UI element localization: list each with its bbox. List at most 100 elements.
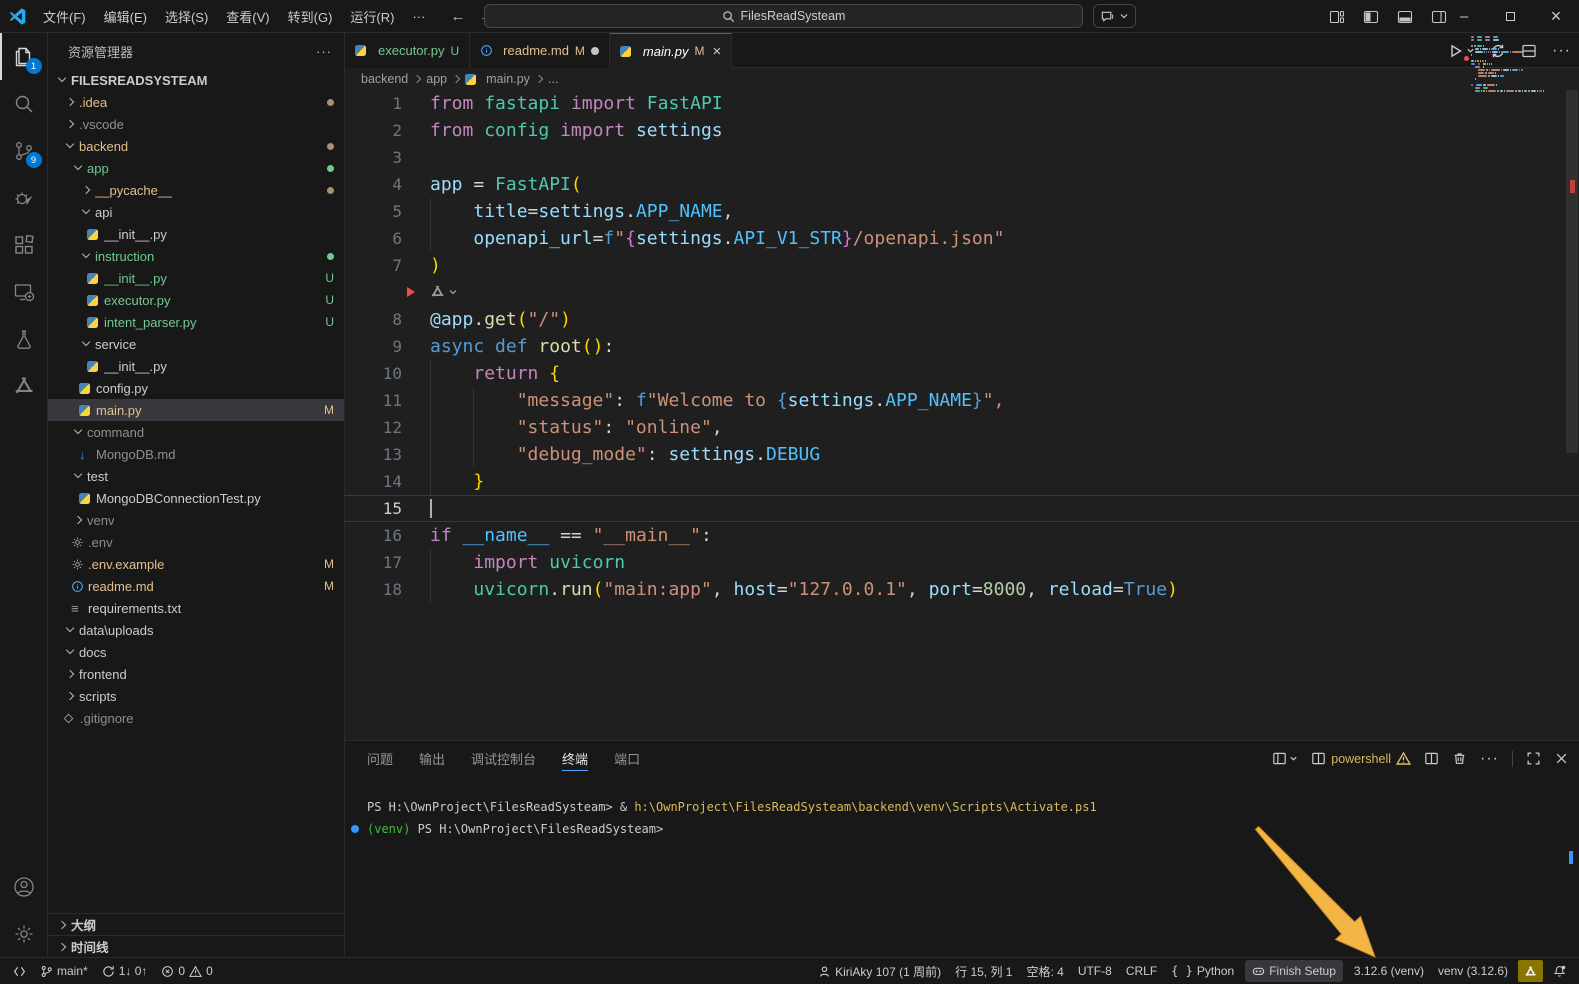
tree-item-scripts[interactable]: scripts — [48, 685, 344, 707]
inline-ai-suggestion-row[interactable] — [345, 279, 1579, 306]
panel-more-actions-icon[interactable]: ··· — [1480, 750, 1499, 768]
command-decoration-dot[interactable] — [351, 825, 359, 833]
tree-item-__init__.py[interactable]: __init__.py — [48, 355, 344, 377]
editor-tab-readme.md[interactable]: readme.mdM — [470, 33, 610, 68]
menu-item[interactable]: 查看(V) — [217, 4, 278, 28]
close-window-button[interactable]: × — [1533, 0, 1579, 33]
menu-item[interactable]: 文件(F) — [34, 4, 95, 28]
account-icon[interactable] — [0, 863, 48, 910]
blame-info[interactable]: KiriAky 107 (1 周前) — [811, 960, 948, 982]
minimize-button[interactable]: – — [1441, 0, 1487, 33]
extensions-icon[interactable] — [0, 221, 48, 268]
maximize-panel-icon[interactable] — [1526, 751, 1541, 766]
new-terminal-dropdown[interactable] — [1272, 751, 1298, 766]
menu-item[interactable]: 编辑(E) — [95, 4, 156, 28]
python-version[interactable]: 3.12.6 (venv) — [1347, 960, 1431, 982]
remote-explorer-icon[interactable] — [0, 268, 48, 315]
panel-tab-问题[interactable]: 问题 — [367, 741, 393, 776]
remote-indicator[interactable] — [6, 960, 33, 982]
settings-gear-icon[interactable] — [0, 910, 48, 957]
dirty-indicator[interactable] — [591, 47, 599, 55]
breadcrumb-item[interactable]: backend — [361, 72, 408, 86]
tree-item-docs[interactable]: docs — [48, 641, 344, 663]
close-tab-icon[interactable]: × — [712, 43, 721, 60]
command-center-search[interactable]: FilesReadSysteam — [484, 4, 1083, 28]
git-branch[interactable]: main* — [33, 960, 95, 982]
tree-root[interactable]: FILESREADSYSTEAM — [48, 69, 344, 91]
git-sync[interactable]: 1↓ 0↑ — [95, 960, 155, 982]
toggle-sidebar-icon[interactable] — [1363, 9, 1379, 25]
editor-tab-main.py[interactable]: main.pyM× — [610, 33, 732, 68]
menu-item[interactable]: ··· — [403, 4, 434, 28]
panel-tab-端口[interactable]: 端口 — [614, 741, 640, 776]
tree-item-data-uploads[interactable]: data\uploads — [48, 619, 344, 641]
kill-terminal-icon[interactable] — [1452, 751, 1467, 766]
tree-item-__pycache__[interactable]: __pycache__ — [48, 179, 344, 201]
customize-layout-icon[interactable] — [1329, 9, 1345, 25]
breadcrumb-item[interactable]: main.py — [486, 72, 530, 86]
tree-item-.env.example[interactable]: .env.exampleM — [48, 553, 344, 575]
close-panel-icon[interactable] — [1554, 751, 1569, 766]
tree-item-frontend[interactable]: frontend — [48, 663, 344, 685]
tree-item-.idea[interactable]: .idea — [48, 91, 344, 113]
split-terminal-icon[interactable] — [1424, 751, 1439, 766]
tree-item-.vscode[interactable]: .vscode — [48, 113, 344, 135]
run-debug-icon[interactable] — [0, 174, 48, 221]
cursor-position[interactable]: 行 15, 列 1 — [948, 960, 1019, 982]
scrollbar-thumb[interactable] — [1566, 90, 1578, 453]
editor-tab-executor.py[interactable]: executor.pyU — [345, 33, 470, 68]
tree-item-test[interactable]: test — [48, 465, 344, 487]
tree-item-intent_parser.py[interactable]: intent_parser.pyU — [48, 311, 344, 333]
python-env[interactable]: venv (3.12.6) — [1431, 960, 1515, 982]
tree-item-main.py[interactable]: main.pyM — [48, 399, 344, 421]
maximize-button[interactable] — [1487, 0, 1533, 33]
copilot-status[interactable]: Finish Setup — [1245, 960, 1343, 982]
tree-item-MongoDB.md[interactable]: ↓MongoDB.md — [48, 443, 344, 465]
menu-item[interactable]: 选择(S) — [156, 4, 217, 28]
menu-item[interactable]: 运行(R) — [341, 4, 403, 28]
tree-item-__init__.py[interactable]: __init__.py — [48, 223, 344, 245]
tree-item-instruction[interactable]: instruction — [48, 245, 344, 267]
breadcrumb[interactable]: backend app main.py... — [345, 68, 1579, 90]
search-view-icon[interactable] — [0, 80, 48, 127]
problems[interactable]: 00 — [154, 960, 219, 982]
breadcrumb-item[interactable]: ... — [548, 72, 558, 86]
explorer-more-actions-icon[interactable]: ··· — [316, 44, 332, 59]
explorer-icon[interactable]: 1 — [0, 33, 48, 80]
tree-item-.gitignore[interactable]: .gitignore — [48, 707, 344, 729]
tree-item-config.py[interactable]: config.py — [48, 377, 344, 399]
indentation[interactable]: 空格: 4 — [1019, 960, 1070, 982]
tree-item-readme.md[interactable]: readme.mdM — [48, 575, 344, 597]
copilot-chat-button[interactable] — [1093, 4, 1136, 28]
eol[interactable]: CRLF — [1119, 960, 1164, 982]
tree-item-MongoDBConnectionTest.py[interactable]: MongoDBConnectionTest.py — [48, 487, 344, 509]
tree-item-requirements.txt[interactable]: ≡requirements.txt — [48, 597, 344, 619]
menu-item[interactable]: 转到(G) — [279, 4, 342, 28]
tree-item-__init__.py[interactable]: __init__.pyU — [48, 267, 344, 289]
tree-item-backend[interactable]: backend — [48, 135, 344, 157]
ai-assistant-view-icon[interactable] — [0, 362, 48, 409]
source-control-icon[interactable]: 9 — [0, 127, 48, 174]
ai-assistant[interactable] — [1518, 960, 1543, 982]
terminal-instance[interactable]: powershell — [1311, 751, 1411, 766]
back-arrow-icon[interactable]: ← — [450, 8, 465, 25]
language-mode[interactable]: { }Python — [1164, 960, 1241, 982]
timeline-section[interactable]: 时间线 — [48, 935, 344, 957]
tree-item-venv[interactable]: venv — [48, 509, 344, 531]
tree-item-service[interactable]: service — [48, 333, 344, 355]
tree-item-app[interactable]: app — [48, 157, 344, 179]
tree-item-.env[interactable]: .env — [48, 531, 344, 553]
panel-tab-输出[interactable]: 输出 — [419, 741, 445, 776]
minimap[interactable] — [1471, 36, 1563, 93]
tree-item-command[interactable]: command — [48, 421, 344, 443]
tree-item-api[interactable]: api — [48, 201, 344, 223]
panel-tab-终端[interactable]: 终端 — [562, 741, 588, 776]
encoding[interactable]: UTF-8 — [1071, 960, 1119, 982]
outline-section[interactable]: 大纲 — [48, 913, 344, 935]
testing-icon[interactable] — [0, 315, 48, 362]
breadcrumb-item[interactable]: app — [426, 72, 447, 86]
editor-scrollbar[interactable] — [1565, 90, 1579, 740]
tree-item-executor.py[interactable]: executor.pyU — [48, 289, 344, 311]
terminal[interactable]: PS H:\OwnProject\FilesReadSysteam> & h:\… — [345, 796, 1565, 957]
panel-tab-调试控制台[interactable]: 调试控制台 — [471, 741, 536, 776]
